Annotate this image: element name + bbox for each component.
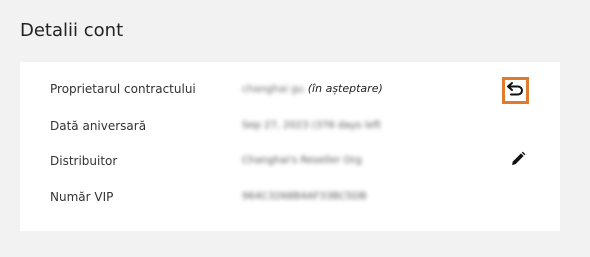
anniversary-date-label: Dată aniversară xyxy=(50,119,147,133)
section-title: Detalii cont xyxy=(20,20,124,41)
vip-number-label: Număr VIP xyxy=(50,190,114,204)
contract-owner-label: Proprietarul contractului xyxy=(50,82,196,96)
row-distributor: Distribuitor Changhai's Reseller Org xyxy=(20,149,560,173)
row-vip-number: Număr VIP 964C3268B4AF33BC5DB xyxy=(20,185,560,209)
row-contract-owner: Proprietarul contractului changhai gu (în… xyxy=(20,77,560,104)
row-anniversary-date: Dată aniversară Sep 27, 2023 (376 days l… xyxy=(20,114,560,138)
undo-icon xyxy=(507,81,524,100)
anniversary-date-value: Sep 27, 2023 (376 days left xyxy=(242,120,381,131)
undo-button[interactable] xyxy=(502,77,529,104)
contract-owner-value-container: changhai gu (în așteptare) xyxy=(242,77,383,102)
account-details-page: Detalii cont Proprietarul contractului c… xyxy=(0,0,590,257)
account-details-card: Proprietarul contractului changhai gu (în… xyxy=(20,62,560,231)
edit-distributor-button[interactable] xyxy=(507,150,529,172)
distributor-label: Distribuitor xyxy=(50,154,118,168)
contract-owner-status: (în așteptare) xyxy=(307,82,383,95)
pencil-icon xyxy=(510,151,526,171)
contract-owner-value: changhai gu xyxy=(242,84,304,95)
distributor-value: Changhai's Reseller Org xyxy=(242,155,362,166)
vip-number-value: 964C3268B4AF33BC5DB xyxy=(242,191,367,202)
